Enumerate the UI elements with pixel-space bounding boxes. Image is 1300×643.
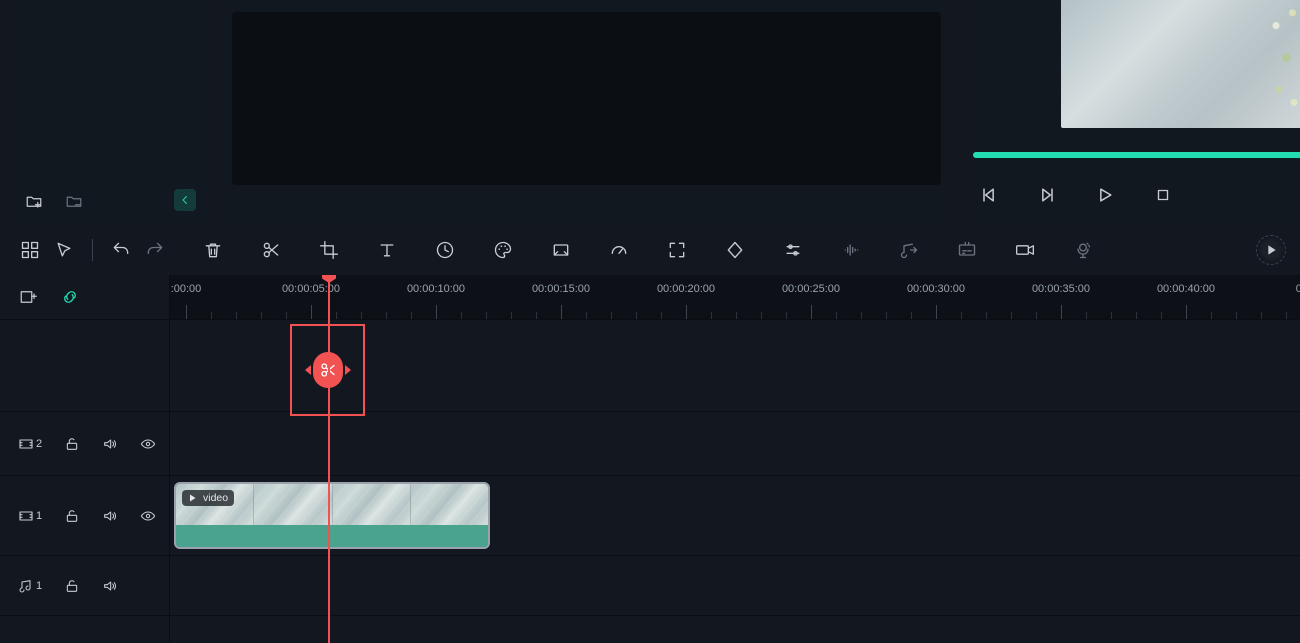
subtitle-icon [951,234,983,266]
track-head-v1[interactable]: 1 [0,476,169,556]
track-head-blank [0,320,169,412]
track-number: 1 [36,580,42,592]
scissors-icon[interactable] [255,234,287,266]
media-sidebar [10,0,210,225]
clip-badge: video [182,490,234,506]
audio-edit-icon [835,234,867,266]
ruler-label: 00:00:40:00 [1157,283,1215,295]
delete-icon[interactable] [197,234,229,266]
link-icon[interactable] [60,287,80,307]
media-pane [0,0,955,225]
add-track-icon[interactable] [18,287,38,307]
track-number: 2 [36,438,42,450]
select-icon[interactable] [48,234,80,266]
apps-icon[interactable] [14,234,46,266]
track-lane-v2[interactable] [170,412,1300,476]
remove-folder-icon[interactable] [64,191,84,211]
mute-icon[interactable] [100,434,120,454]
adjust-icon[interactable] [777,234,809,266]
clip-audio-wave [176,525,488,547]
track-lane-v1[interactable]: video [170,476,1300,556]
ruler-label: 00:00:10:00 [407,283,465,295]
playhead[interactable] [328,275,330,643]
preview-pane [963,0,1300,225]
options-icon[interactable] [1256,235,1286,265]
track-lane-a1[interactable] [170,556,1300,616]
ruler-label: 00:00:20:00 [657,283,715,295]
prev-frame-button[interactable] [973,179,1005,211]
ruler-label: 00:00:25:00 [782,283,840,295]
play-button[interactable] [1089,179,1121,211]
ruler-label: 00:00: [1296,283,1300,295]
audio-detach-icon [893,234,925,266]
ruler-label: 00:00:30:00 [907,283,965,295]
unlock-icon[interactable] [62,506,82,526]
mute-icon[interactable] [100,576,120,596]
unlock-icon[interactable] [62,576,82,596]
track-number: 1 [36,510,42,522]
top-area [0,0,1300,225]
visibility-icon[interactable] [138,506,158,526]
ruler-label: :00:00 [171,283,202,295]
crop-icon[interactable] [313,234,345,266]
ruler-header [0,275,169,320]
speedometer-icon[interactable] [603,234,635,266]
ruler-label: 00:00:35:00 [1032,283,1090,295]
stop-button[interactable] [1147,179,1179,211]
freeze-icon[interactable] [545,234,577,266]
track-lane-empty[interactable] [170,616,1300,643]
redo-icon [139,234,171,266]
fit-icon[interactable] [661,234,693,266]
preview-video[interactable] [1061,0,1300,128]
ruler-label: 00:00:15:00 [532,283,590,295]
video-track-icon: 2 [18,436,44,452]
visibility-icon[interactable] [138,434,158,454]
color-icon[interactable] [487,234,519,266]
video-clip[interactable]: video [174,482,490,549]
video-track-icon: 1 [18,508,44,524]
ruler-label: 00:00:05:00 [282,283,340,295]
text-icon[interactable] [371,234,403,266]
speed-icon[interactable] [429,234,461,266]
media-content [218,0,955,225]
track-headers: 2 1 1 [0,275,170,643]
tracks-area[interactable]: :00:00 00:00:05:00 00:00:10:00 00:00:15:00 0… [170,275,1300,643]
audio-track-icon: 1 [18,578,44,594]
unlock-icon[interactable] [62,434,82,454]
timeline-toolbar [0,225,1300,275]
track-head-v2[interactable]: 2 [0,412,169,476]
collapse-sidebar-button[interactable] [174,189,196,211]
new-folder-icon[interactable] [24,191,44,211]
preview-progress[interactable] [973,152,1300,158]
time-ruler[interactable]: :00:00 00:00:05:00 00:00:10:00 00:00:15:00 0… [170,275,1300,320]
keyframe-icon[interactable] [719,234,751,266]
track-head-a1[interactable]: 1 [0,556,169,616]
clip-label: video [203,492,228,504]
next-frame-button[interactable] [1031,179,1063,211]
record-screen-icon[interactable] [1009,234,1041,266]
trim-right-icon[interactable] [345,365,351,375]
track-lane-blank[interactable] [170,320,1300,412]
trim-left-icon[interactable] [305,365,311,375]
undo-icon[interactable] [105,234,137,266]
voiceover-icon [1067,234,1099,266]
mute-icon[interactable] [100,506,120,526]
timeline: 2 1 1 :00:0000:00:05:0000:00:10:0000: [0,275,1300,643]
preview-controls [973,179,1290,211]
